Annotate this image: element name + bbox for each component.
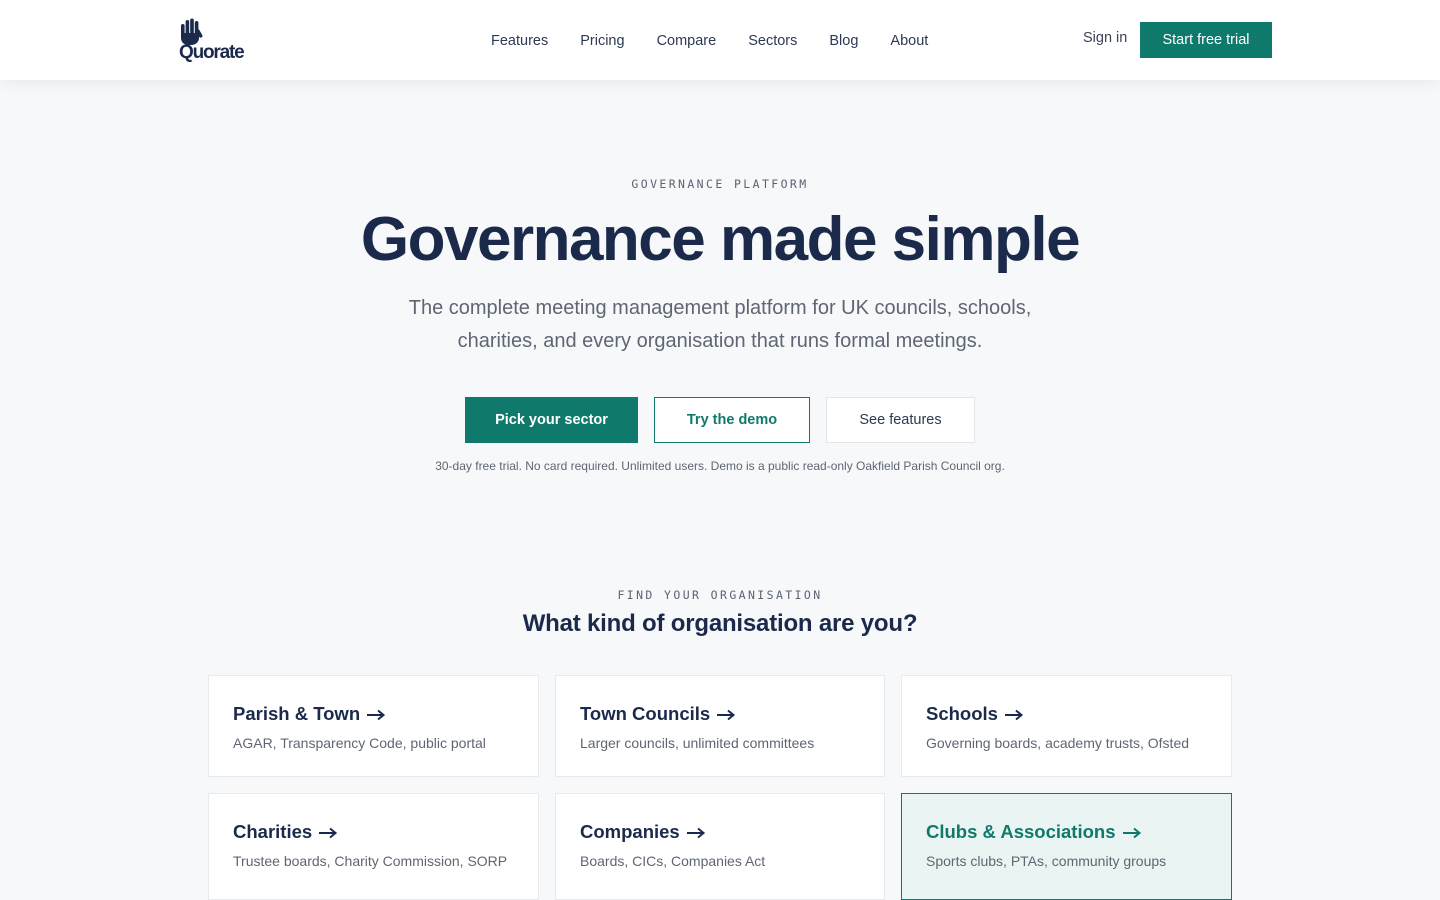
pick-sector-button[interactable]: Pick your sector xyxy=(465,397,638,443)
card-title: Town Councils xyxy=(580,703,711,724)
nav-compare[interactable]: Compare xyxy=(657,33,717,49)
hero-eyebrow: GOVERNANCE PLATFORM xyxy=(631,177,809,191)
start-free-trial-button[interactable]: Start free trial xyxy=(1140,22,1272,58)
see-features-button[interactable]: See features xyxy=(826,397,975,443)
card-heading: Parish & Town xyxy=(233,703,514,725)
site-header: Quorate Features Pricing Compare Sectors… xyxy=(0,0,1440,80)
hero-title: Governance made simple xyxy=(360,205,1081,274)
brand-name: Quorate xyxy=(179,42,245,63)
card-heading: Companies xyxy=(580,821,860,843)
card-description: Boards, CICs, Companies Act xyxy=(580,853,766,869)
sector-card-clubs-associations[interactable]: Clubs & Associations Sports clubs, PTAs,… xyxy=(901,793,1232,900)
sign-in-link[interactable]: Sign in xyxy=(1083,30,1127,46)
card-heading: Clubs & Associations xyxy=(926,821,1207,843)
nav-blog[interactable]: Blog xyxy=(829,33,858,49)
sectors-eyebrow: FIND YOUR ORGANISATION xyxy=(617,588,823,602)
brand-logo[interactable]: Quorate xyxy=(178,18,258,66)
arrow-right-icon xyxy=(319,827,338,839)
card-title: Clubs & Associations xyxy=(926,821,1116,842)
nav-sectors[interactable]: Sectors xyxy=(748,33,797,49)
hero-subtitle: The complete meeting management platform… xyxy=(408,297,1032,352)
card-title: Charities xyxy=(233,821,313,842)
card-title: Companies xyxy=(580,821,680,842)
card-title: Parish & Town xyxy=(233,703,361,724)
nav-about[interactable]: About xyxy=(890,33,928,49)
main-nav: Features Pricing Compare Sectors Blog Ab… xyxy=(491,0,928,80)
hero-note: 30-day free trial. No card required. Unl… xyxy=(435,459,1005,473)
try-demo-button[interactable]: Try the demo xyxy=(654,397,810,443)
card-description: Sports clubs, PTAs, community groups xyxy=(926,853,1167,869)
arrow-right-icon xyxy=(367,709,386,721)
arrow-right-icon xyxy=(686,827,705,839)
card-description: Larger councils, unlimited committees xyxy=(580,735,815,751)
arrow-right-icon xyxy=(1004,709,1024,721)
card-description: Governing boards, academy trusts, Ofsted xyxy=(926,735,1190,751)
sector-card-schools[interactable]: Schools Governing boards, academy trusts… xyxy=(901,675,1232,777)
nav-features[interactable]: Features xyxy=(491,33,548,49)
card-title: Schools xyxy=(926,703,998,724)
card-description: AGAR, Transparency Code, public portal xyxy=(233,735,486,751)
card-description: Trustee boards, Charity Commission, SORP xyxy=(233,853,508,869)
nav-pricing[interactable]: Pricing xyxy=(580,33,624,49)
card-heading: Charities xyxy=(233,821,514,843)
sector-card-charities[interactable]: Charities Trustee boards, Charity Commis… xyxy=(208,793,539,900)
arrow-right-icon xyxy=(717,709,736,721)
sector-card-town-councils[interactable]: Town Councils Larger councils, unlimited… xyxy=(555,675,885,777)
card-heading: Schools xyxy=(926,703,1207,725)
card-heading: Town Councils xyxy=(580,703,860,725)
sector-card-parish-town[interactable]: Parish & Town AGAR, Transparency Code, p… xyxy=(208,675,539,777)
sectors-title: What kind of organisation are you? xyxy=(522,610,918,637)
arrow-right-icon xyxy=(1122,827,1141,839)
sector-card-companies[interactable]: Companies Boards, CICs, Companies Act xyxy=(555,793,885,900)
